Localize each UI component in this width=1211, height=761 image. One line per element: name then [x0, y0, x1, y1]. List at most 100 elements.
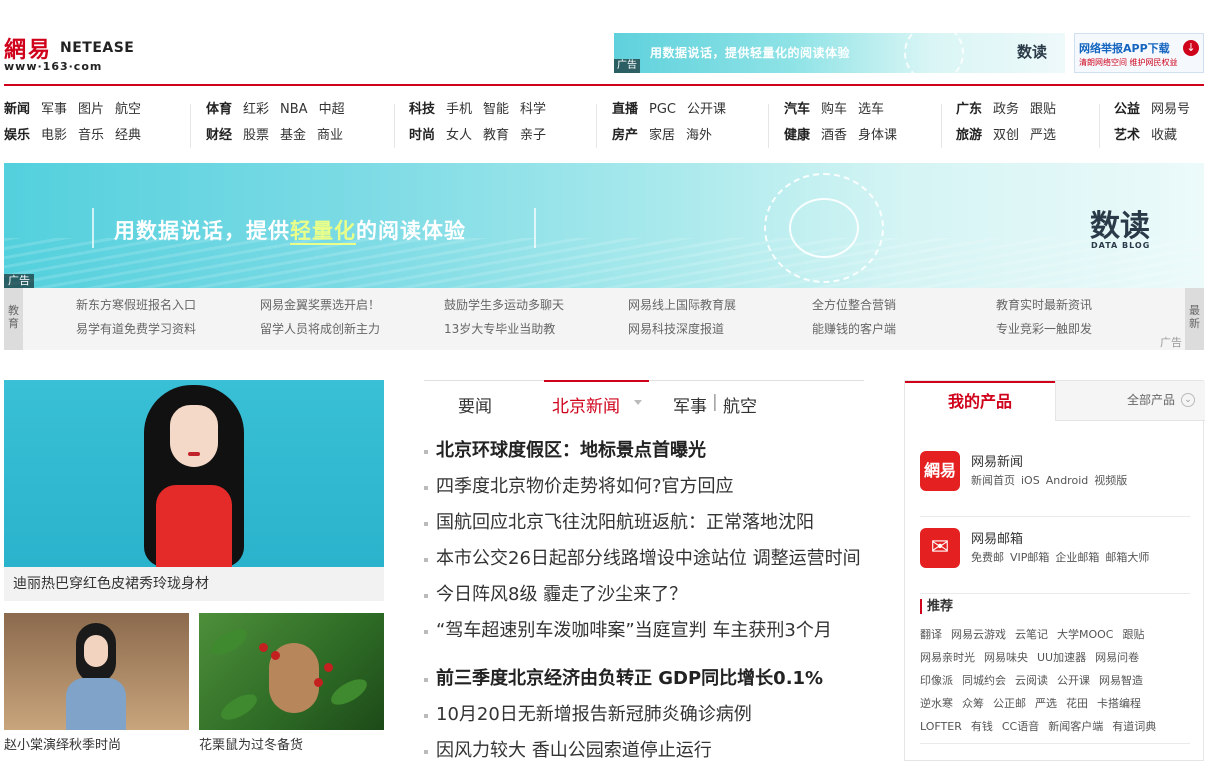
nav-link[interactable]: 电影 [41, 126, 67, 146]
nav-link[interactable]: 严选 [1030, 126, 1056, 146]
mail-icon[interactable]: ✉ [920, 528, 960, 568]
product-link[interactable]: iOS [1021, 474, 1040, 487]
product-link[interactable]: 视频版 [1094, 474, 1127, 487]
nav-link[interactable]: NBA [280, 100, 308, 120]
news-item[interactable]: 本市公交26日起部分线路增设中途站位 调整运营时间 [424, 544, 864, 580]
text-ad-link[interactable]: 网易金翼奖票选开启！ [260, 296, 444, 313]
recommend-link[interactable]: 云阅读 [1015, 674, 1048, 687]
tab-my-products[interactable]: 我的产品 [905, 381, 1055, 421]
nav-link[interactable]: 购车 [821, 100, 847, 120]
tab-military[interactable]: 军事 [673, 392, 707, 417]
recommend-link[interactable]: 同城约会 [962, 674, 1006, 687]
product-link[interactable]: 新闻首页 [971, 474, 1015, 487]
nav-link[interactable]: 酒香 [821, 126, 847, 146]
nav-link[interactable]: 广东 [956, 100, 982, 120]
text-ad-link[interactable]: 专业竞彩一触即发 [996, 320, 1180, 337]
recommend-link[interactable]: LOFTER [920, 720, 962, 733]
nav-link[interactable]: 直播 [612, 100, 638, 120]
chevron-down-icon[interactable] [634, 400, 642, 405]
photo-thumbnail[interactable] [199, 613, 384, 730]
nav-link[interactable]: 股票 [243, 126, 269, 146]
text-ad-link[interactable]: 网易科技深度报道 [628, 320, 812, 337]
recommend-link[interactable]: 卡搭编程 [1097, 697, 1141, 710]
recommend-link[interactable]: 花田 [1066, 697, 1088, 710]
nav-link[interactable]: 选车 [858, 100, 884, 120]
product-name[interactable]: 网易邮箱 [971, 528, 1023, 547]
recommend-link[interactable]: 有道词典 [1112, 720, 1156, 733]
nav-link[interactable]: 航空 [115, 100, 141, 120]
recommend-link[interactable]: 网易亲时光 [920, 651, 975, 664]
nav-link[interactable]: 图片 [78, 100, 104, 120]
recommend-link[interactable]: CC语音 [1002, 720, 1039, 733]
nav-link[interactable]: 新闻 [4, 100, 30, 120]
nav-link[interactable]: 女人 [446, 126, 472, 146]
main-photo-caption[interactable]: 迪丽热巴穿红色皮裙秀玲珑身材 [4, 567, 384, 601]
photo-thumbnail[interactable] [4, 613, 189, 730]
recommend-link[interactable]: 云笔记 [1015, 628, 1048, 641]
text-ad-link[interactable]: 网易线上国际教育展 [628, 296, 812, 313]
nav-link[interactable]: PGC [649, 100, 676, 120]
recommend-link[interactable]: 网易味央 [984, 651, 1028, 664]
nav-link[interactable]: 旅游 [956, 126, 982, 146]
nav-link[interactable]: 公开课 [687, 100, 726, 120]
recommend-link[interactable]: 网易智造 [1099, 674, 1143, 687]
nav-link[interactable]: 收藏 [1151, 126, 1177, 146]
tab-beijing[interactable]: 北京新闻 [552, 392, 620, 417]
recommend-link[interactable]: 翻译 [920, 628, 942, 641]
top-ad-banner[interactable]: 用数据说话，提供轻量化的阅读体验 数读 广告 [614, 33, 1065, 73]
recommend-link[interactable]: 公开课 [1057, 674, 1090, 687]
nav-link[interactable]: 双创 [993, 126, 1019, 146]
nav-link[interactable]: 红彩 [243, 100, 269, 120]
product-name[interactable]: 网易新闻 [971, 451, 1023, 470]
news-item[interactable]: 四季度北京物价走势将如何?官方回应 [424, 472, 864, 508]
nav-link[interactable]: 跟贴 [1030, 100, 1056, 120]
text-ad-link[interactable]: 新东方寒假班报名入口 [76, 296, 260, 313]
nav-link[interactable]: 经典 [115, 126, 141, 146]
nav-link[interactable]: 军事 [41, 100, 67, 120]
nav-link[interactable]: 音乐 [78, 126, 104, 146]
recommend-link[interactable]: 网易问卷 [1095, 651, 1139, 664]
nav-link[interactable]: 房产 [612, 126, 638, 146]
recommend-link[interactable]: 严选 [1035, 697, 1057, 710]
nav-link[interactable]: 娱乐 [4, 126, 30, 146]
nav-link[interactable]: 教育 [483, 126, 509, 146]
product-link[interactable]: Android [1046, 474, 1089, 487]
nav-link[interactable]: 科技 [409, 100, 435, 120]
tab-aviation[interactable]: 航空 [723, 392, 757, 417]
recommend-link[interactable]: 逆水寒 [920, 697, 953, 710]
recommend-link[interactable]: 新闻客户端 [1048, 720, 1103, 733]
news-headline[interactable]: 北京环球度假区：地标景点首曝光 [424, 436, 864, 472]
news-headline[interactable]: 前三季度北京经济由负转正 GDP同比增长0.1% [424, 664, 864, 700]
text-ad-link[interactable]: 教育实时最新资讯 [996, 296, 1180, 313]
nav-link[interactable]: 亲子 [520, 126, 546, 146]
product-link[interactable]: 邮箱大师 [1105, 551, 1149, 564]
text-ad-link[interactable]: 能赚钱的客户端 [812, 320, 996, 337]
nav-link[interactable]: 中超 [319, 100, 345, 120]
nav-link[interactable]: 网易号 [1151, 100, 1190, 120]
nav-link[interactable]: 公益 [1114, 100, 1140, 120]
recommend-link[interactable]: 公正邮 [993, 697, 1026, 710]
news-item[interactable]: 今日阵风8级 霾走了沙尘来了？ [424, 580, 864, 616]
recommend-link[interactable]: UU加速器 [1037, 651, 1086, 664]
nav-link[interactable]: 财经 [206, 126, 232, 146]
text-ad-link[interactable]: 全方位整合营销 [812, 296, 996, 313]
recommend-link[interactable]: 有钱 [971, 720, 993, 733]
data-blog-banner-ad[interactable]: 用数据说话，提供轻量化的阅读体验 数读 DATA BLOG 广告 [4, 163, 1204, 288]
text-ad-link[interactable]: 易学有道免费学习资料 [76, 320, 260, 337]
photo-caption[interactable]: 花栗鼠为过冬备货 [199, 734, 303, 753]
nav-link[interactable]: 体育 [206, 100, 232, 120]
photo-caption[interactable]: 赵小棠演绎秋季时尚 [4, 734, 121, 753]
tab-all-products[interactable]: 全部产品 ⌄ [1055, 381, 1205, 421]
product-link[interactable]: VIP邮箱 [1010, 551, 1049, 564]
nav-link[interactable]: 商业 [317, 126, 343, 146]
recommend-link[interactable]: 众筹 [962, 697, 984, 710]
product-link[interactable]: 免费邮 [971, 551, 1004, 564]
news-item[interactable]: 国航回应北京飞往沈阳航班返航：正常落地沈阳 [424, 508, 864, 544]
text-ad-link[interactable]: 鼓励学生多运动多聊天 [444, 296, 628, 313]
text-ad-link[interactable]: 留学人员将成创新主力 [260, 320, 444, 337]
nav-link[interactable]: 家居 [649, 126, 675, 146]
netease-logo[interactable]: 網易 NETEASE www·163·com [4, 32, 134, 76]
nav-link[interactable]: 智能 [483, 100, 509, 120]
nav-link[interactable]: 政务 [993, 100, 1019, 120]
news-item[interactable]: 因风力较大 香山公园索道停止运行 [424, 736, 864, 761]
